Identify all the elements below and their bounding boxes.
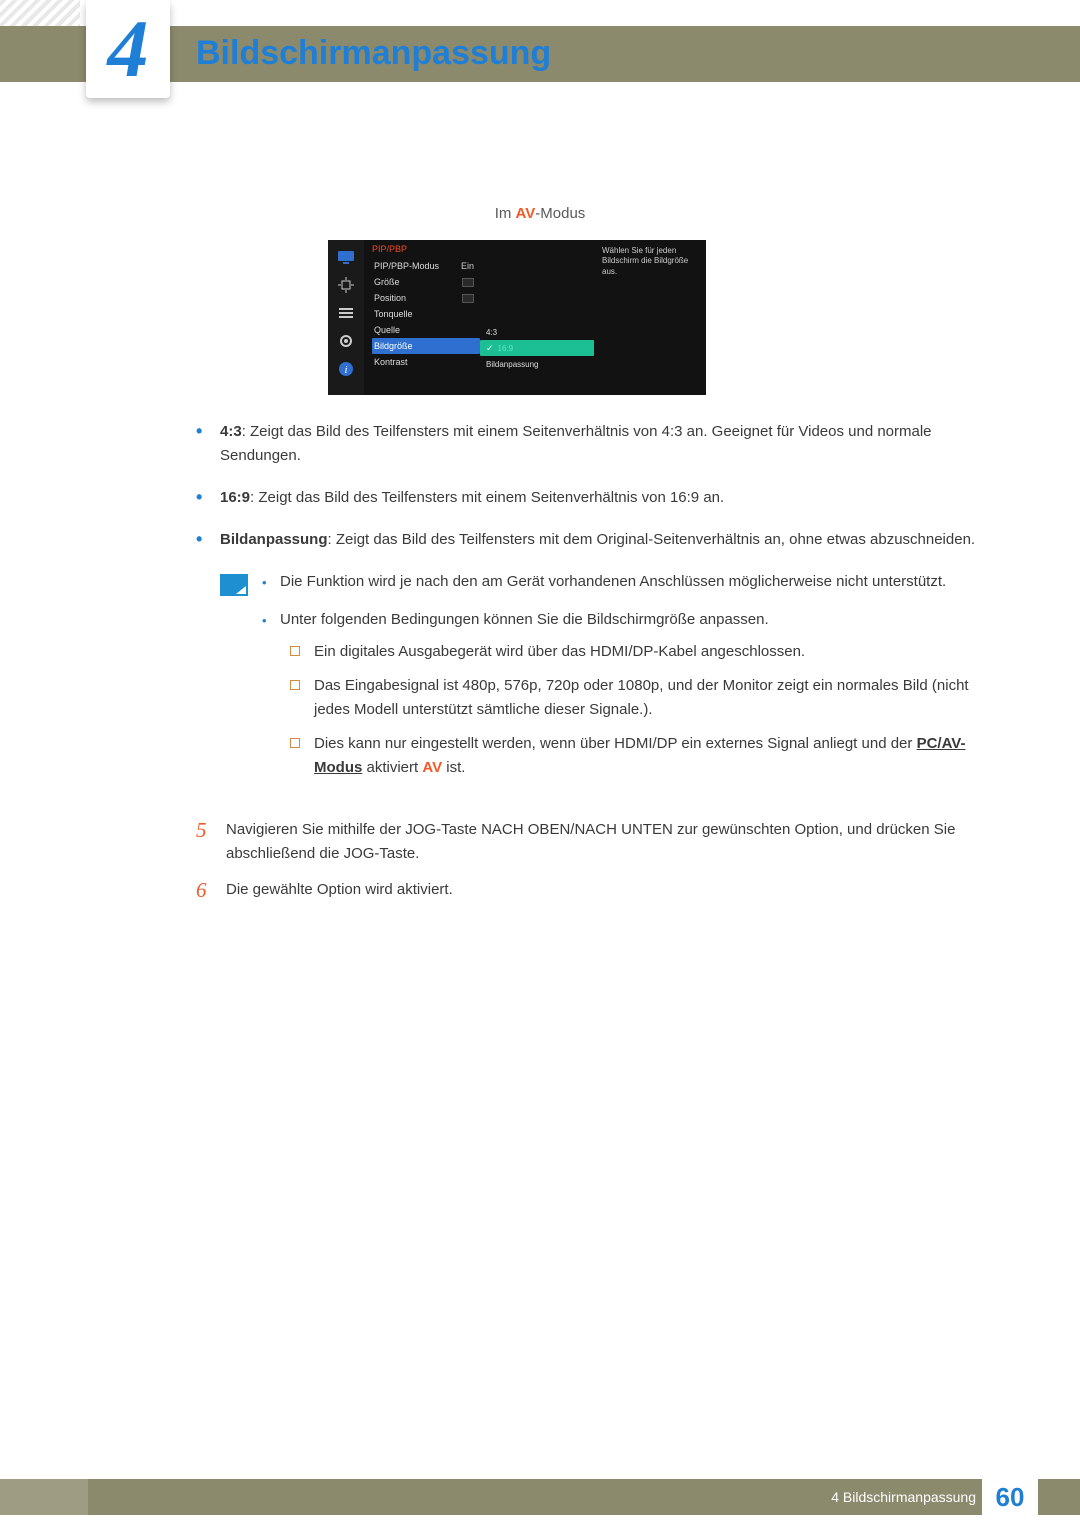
osd-row-label: Größe xyxy=(374,277,400,287)
footer-bar: 4 Bildschirmanpassung 60 xyxy=(0,1479,1080,1515)
step-number: 5 xyxy=(196,818,226,866)
aspect-ratio-list: 4:3: Zeigt das Bild des Teilfensters mit… xyxy=(196,420,994,552)
content-body: 4:3: Zeigt das Bild des Teilfensters mit… xyxy=(196,420,994,915)
cond-3-av: AV xyxy=(422,759,442,776)
osd-row-position: Position xyxy=(372,290,480,306)
svg-text:i: i xyxy=(344,364,347,376)
osd-option-label: 16:9 xyxy=(498,344,514,353)
note-item-2: Unter folgenden Bedingungen können Sie d… xyxy=(280,608,994,780)
osd-row-size: Größe xyxy=(372,274,480,290)
step-text: Die gewählte Option wird aktiviert. xyxy=(226,878,994,903)
step-6: 6 Die gewählte Option wird aktiviert. xyxy=(196,878,994,903)
bullet-label: Bildanpassung xyxy=(220,531,328,548)
osd-options-column: 4:3 16:9 Bildanpassung xyxy=(480,240,594,395)
condition-list: Ein digitales Ausgabegerät wird über das… xyxy=(280,640,994,780)
position-mini-icon xyxy=(462,294,474,303)
caption-suffix: -Modus xyxy=(535,205,585,222)
step-text: Navigieren Sie mithilfe der JOG-Taste NA… xyxy=(226,818,994,866)
osd-sidebar: i xyxy=(328,240,364,395)
resize-icon xyxy=(337,276,355,294)
cond-3-c: ist. xyxy=(442,759,465,776)
osd-option-16-9: 16:9 xyxy=(480,340,594,356)
step-5: 5 Navigieren Sie mithilfe der JOG-Taste … xyxy=(196,818,994,866)
osd-option-4-3: 4:3 xyxy=(480,324,594,340)
osd-menu-column: PIP/PBP PIP/PBP-Modus Ein Größe Position… xyxy=(364,240,480,395)
bullet-text: : Zeigt das Bild des Teilfensters mit ei… xyxy=(220,423,932,464)
osd-row-label: Bildgröße xyxy=(374,341,413,351)
list-icon xyxy=(337,304,355,322)
cond-1: Ein digitales Ausgabegerät wird über das… xyxy=(314,640,994,664)
info-icon: i xyxy=(337,360,355,378)
osd-row-label: Quelle xyxy=(374,325,400,335)
osd-option-label: 4:3 xyxy=(486,328,497,337)
cond-3-b: aktiviert xyxy=(362,759,422,776)
bullet-text: : Zeigt das Bild des Teilfensters mit de… xyxy=(328,531,976,548)
osd-row-bildgroesse: Bildgröße xyxy=(372,338,480,354)
footer-stripe xyxy=(0,1479,88,1515)
monitor-icon xyxy=(337,248,355,266)
note-item-2-text: Unter folgenden Bedingungen können Sie d… xyxy=(280,611,769,628)
osd-row-quelle: Quelle xyxy=(372,322,480,338)
bullet-16-9: 16:9: Zeigt das Bild des Teilfensters mi… xyxy=(220,486,994,510)
gear-icon xyxy=(337,332,355,350)
caption-av: AV xyxy=(516,205,536,222)
bullet-label: 4:3 xyxy=(220,423,242,440)
osd-heading: PIP/PBP xyxy=(372,244,480,254)
cond-2: Das Eingabesignal ist 480p, 576p, 720p o… xyxy=(314,674,994,722)
osd-option-bildanpassung: Bildanpassung xyxy=(480,356,594,372)
osd-main: PIP/PBP PIP/PBP-Modus Ein Größe Position… xyxy=(364,240,706,395)
osd-row-kontrast: Kontrast xyxy=(372,354,480,370)
osd-row-label: Position xyxy=(374,293,406,303)
chapter-number-badge: 4 xyxy=(86,0,170,98)
osd-row-label: Kontrast xyxy=(374,357,408,367)
osd-row-label: Tonquelle xyxy=(374,309,413,319)
osd-row-value: Ein xyxy=(461,261,474,271)
footer-label: 4 Bildschirmanpassung xyxy=(831,1489,976,1505)
osd-option-label: Bildanpassung xyxy=(486,360,538,369)
osd-hint: Wählen Sie für jeden Bildschirm die Bild… xyxy=(594,240,706,395)
bullet-text: : Zeigt das Bild des Teilfensters mit ei… xyxy=(250,489,724,506)
page-number: 60 xyxy=(982,1479,1038,1515)
note-block: Die Funktion wird je nach den am Gerät v… xyxy=(220,570,994,794)
note-item-1: Die Funktion wird je nach den am Gerät v… xyxy=(280,570,994,594)
chapter-number: 4 xyxy=(108,2,149,96)
caption-prefix: Im xyxy=(495,205,516,222)
note-list: Die Funktion wird je nach den am Gerät v… xyxy=(262,570,994,780)
note-icon xyxy=(220,574,248,596)
osd-row-label: PIP/PBP-Modus xyxy=(374,261,439,271)
osd-row-tonquelle: Tonquelle xyxy=(372,306,480,322)
bullet-label: 16:9 xyxy=(220,489,250,506)
cond-3: Dies kann nur eingestellt werden, wenn ü… xyxy=(314,732,994,780)
osd-panel: i PIP/PBP PIP/PBP-Modus Ein Größe Positi… xyxy=(328,240,706,395)
step-number: 6 xyxy=(196,878,226,903)
cond-3-a: Dies kann nur eingestellt werden, wenn ü… xyxy=(314,735,917,752)
bullet-bildanpassung: Bildanpassung: Zeigt das Bild des Teilfe… xyxy=(220,528,994,552)
osd-caption: Im AV-Modus xyxy=(0,205,1080,222)
size-mini-icon xyxy=(462,278,474,287)
chapter-title: Bildschirmanpassung xyxy=(196,34,551,73)
osd-row-pipmode: PIP/PBP-Modus Ein xyxy=(372,258,480,274)
bullet-4-3: 4:3: Zeigt das Bild des Teilfensters mit… xyxy=(220,420,994,468)
